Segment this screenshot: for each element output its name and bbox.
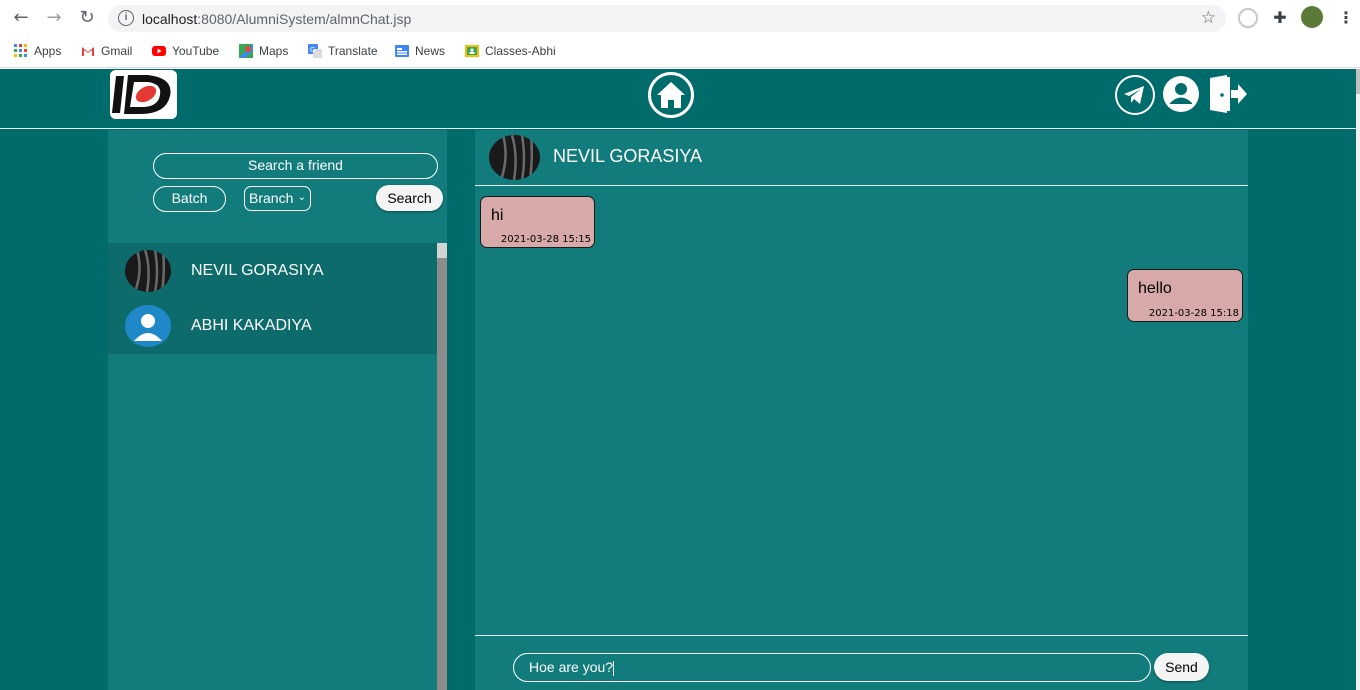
send-button[interactable]: Send [1154,653,1209,681]
page-scrollbar-thumb[interactable] [1356,69,1360,94]
bookmark-news[interactable]: News [395,42,445,60]
bookmark-gmail[interactable]: Gmail [81,42,132,60]
telegram-icon [1124,86,1144,104]
avatar [125,250,171,292]
message-input-value: Hoe are you? [529,659,614,675]
bookmark-label: Maps [259,44,289,58]
forward-arrow-icon[interactable]: → [44,8,64,28]
chat-panel: NEVIL GORASIYA hi 2021-03-28 15:15 hello… [475,130,1248,690]
friend-name: ABHI KAKADIYA [191,317,312,334]
bookmark-label: Apps [34,44,62,58]
profile-button[interactable] [1163,76,1199,112]
extensions-puzzle-icon[interactable]: ✚ [1270,8,1290,28]
bookmark-star-icon[interactable]: ☆ [1201,8,1216,28]
youtube-icon [152,46,166,56]
search-button[interactable]: Search [376,185,443,211]
translate-icon: G [308,44,322,58]
friend-item-abhi-kakadiya[interactable]: ABHI KAKADIYA [108,299,437,354]
browser-toolbar: ← → ↻ i localhost:8080/AlumniSystem/almn… [0,0,1360,36]
apps-grid-icon [14,44,27,57]
chevron-down-icon: ⌄ [297,192,306,203]
avatar [489,135,540,180]
chat-contact-name: NEVIL GORASIYA [553,146,703,166]
text-caret [613,660,615,676]
gmail-icon [82,47,94,56]
bookmark-label: Translate [328,44,378,58]
app-page: Search a friend Batch Branch ⌄ Search NE… [0,69,1356,690]
message-text: hello [1138,280,1172,297]
site-info-icon[interactable]: i [118,10,134,26]
svg-text:G: G [310,46,315,54]
branch-select[interactable]: Branch ⌄ [244,186,311,211]
bookmark-maps[interactable]: Maps [239,42,288,60]
message-incoming: hi 2021-03-28 15:15 [480,196,595,248]
home-button[interactable] [648,72,694,118]
logout-icon [1210,75,1247,113]
search-friend-input[interactable]: Search a friend [153,153,438,179]
bookmarks-bar: Apps Gmail YouTube Maps G Translate News… [0,36,1360,68]
site-logo[interactable] [110,70,177,119]
news-icon [395,45,409,57]
scrollbar-thumb[interactable] [437,243,447,258]
maps-icon [239,44,253,58]
message-text: hi [491,207,504,224]
bookmark-label: YouTube [172,44,220,58]
friend-list-scrollbar[interactable] [437,243,447,690]
message-input[interactable]: Hoe are you? [513,653,1151,682]
user-icon [1170,83,1192,104]
bookmark-label: Classes-Abhi [485,44,556,58]
avatar [125,305,171,347]
branch-select-value: Branch [249,190,294,206]
message-timestamp: 2021-03-28 15:18 [1148,308,1239,319]
bookmark-youtube[interactable]: YouTube [152,42,219,60]
batch-filter-button[interactable]: Batch [153,186,226,212]
url-path: :8080/AlumniSystem/almnChat.jsp [197,11,412,27]
back-arrow-icon[interactable]: ← [11,8,31,28]
classroom-icon [465,45,479,57]
home-icon [657,82,685,108]
friend-list: NEVIL GORASIYA ABHI KAKADIYA [108,243,437,354]
bookmark-label: News [415,44,446,58]
app-header [0,69,1356,129]
browser-menu-icon[interactable]: ⋮ [1336,8,1356,28]
bookmark-classes-abhi[interactable]: Classes-Abhi [465,42,556,60]
chat-header: NEVIL GORASIYA [475,130,1248,186]
url-text[interactable]: localhost:8080/AlumniSystem/almnChat.jsp [142,11,411,27]
url-host: localhost [142,11,198,27]
friend-name: NEVIL GORASIYA [191,262,324,279]
friends-panel: Search a friend Batch Branch ⌄ Search NE… [108,130,447,690]
logout-button[interactable] [1207,73,1249,115]
reload-icon[interactable]: ↻ [77,8,97,28]
telegram-button[interactable] [1115,75,1155,115]
bookmark-translate[interactable]: G Translate [308,42,378,60]
message-outgoing: hello 2021-03-28 15:18 [1127,269,1243,322]
friend-item-nevil-gorasiya[interactable]: NEVIL GORASIYA [108,244,437,299]
address-bar[interactable]: i localhost:8080/AlumniSystem/almnChat.j… [108,5,1226,32]
chat-composer: Hoe are you? Send [475,635,1248,690]
page-scrollbar[interactable] [1356,69,1360,690]
bookmark-apps[interactable]: Apps [14,42,61,60]
globe-extension-icon[interactable] [1238,8,1258,28]
bookmark-label: Gmail [101,44,133,58]
profile-avatar[interactable] [1301,6,1323,28]
message-timestamp: 2021-03-28 15:15 [500,234,591,245]
